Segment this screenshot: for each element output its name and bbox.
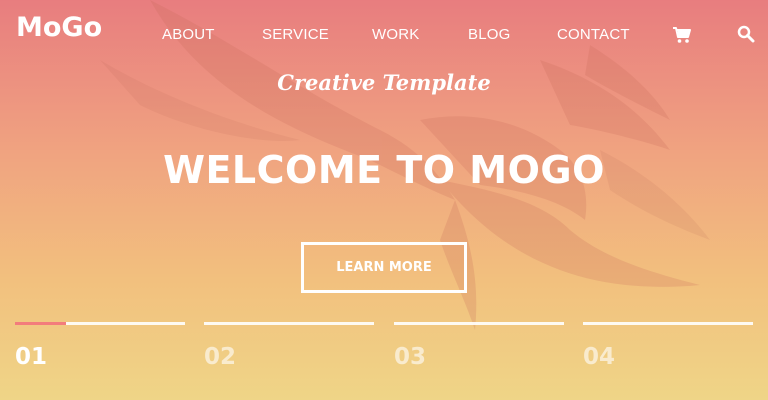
- slide-indicator-01[interactable]: 01: [15, 322, 185, 382]
- slide-indicator-02[interactable]: 02: [204, 322, 374, 382]
- cart-icon[interactable]: [672, 25, 692, 45]
- learn-more-button[interactable]: LEARN MORE: [301, 242, 467, 293]
- hero-subtitle: Creative Template: [277, 70, 491, 95]
- nav-blog-link[interactable]: BLOG: [468, 26, 510, 43]
- search-icon[interactable]: [737, 25, 755, 43]
- slide-number: 02: [204, 344, 237, 370]
- nav-service-link[interactable]: SERVICE: [262, 26, 329, 43]
- logo[interactable]: MoGo: [16, 12, 102, 43]
- header: MoGo ABOUT SERVICE WORK BLOG CONTACT: [0, 0, 768, 70]
- slide-indicator-04[interactable]: 04: [583, 322, 753, 382]
- nav-about-link[interactable]: ABOUT: [162, 26, 215, 43]
- hero-title: WELCOME TO MOGO: [163, 148, 605, 192]
- nav-contact-link[interactable]: CONTACT: [557, 26, 630, 43]
- slide-number: 04: [583, 344, 616, 370]
- slide-line: [583, 322, 753, 325]
- slide-line: [394, 322, 564, 325]
- slide-number: 01: [15, 344, 48, 370]
- nav-work-link[interactable]: WORK: [372, 26, 419, 43]
- slide-indicator-03[interactable]: 03: [394, 322, 564, 382]
- slide-line: [204, 322, 374, 325]
- slide-progress-line: [15, 322, 66, 325]
- slide-number: 03: [394, 344, 427, 370]
